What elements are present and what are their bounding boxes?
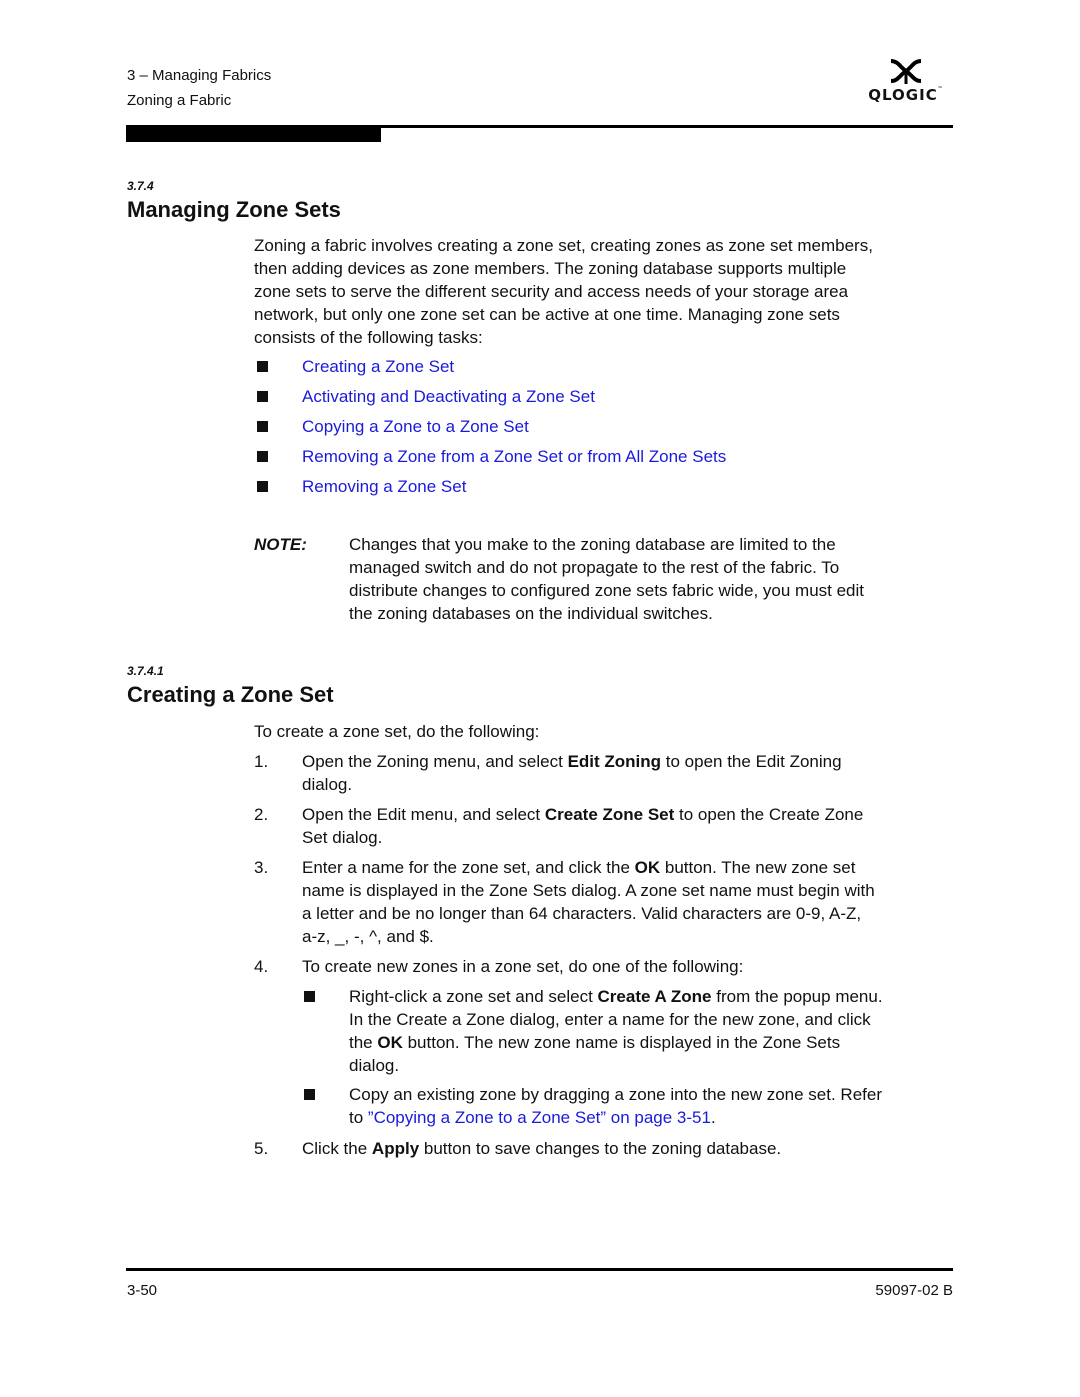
header-section: Zoning a Fabric: [127, 92, 232, 109]
step-5: Click the Apply button to save changes t…: [302, 1139, 782, 1158]
intro-paragraph: Zoning a fabric involves creating a zone…: [254, 236, 873, 347]
subsection-title: Creating a Zone Set: [127, 682, 334, 707]
sub-bullet-2: Copy an existing zone by dragging a zone…: [349, 1085, 883, 1127]
task-link-activating-zone-set[interactable]: Activating and Deactivating a Zone Set: [302, 385, 595, 408]
page-number: 3-50: [127, 1282, 158, 1299]
bullet-icon: [304, 991, 315, 1002]
note-label: NOTE:: [254, 535, 307, 554]
section-title: Managing Zone Sets: [127, 197, 341, 222]
step-3: Enter a name for the zone set, and click…: [302, 858, 875, 946]
bullet-icon: [257, 421, 268, 432]
cross-reference-link[interactable]: ”Copying a Zone to a Zone Set” on page 3…: [368, 1108, 711, 1127]
bullet-icon: [257, 361, 268, 372]
task-link-removing-zone-set[interactable]: Removing a Zone Set: [302, 475, 466, 498]
step-number: 2.: [254, 805, 269, 824]
task-link-copying-zone[interactable]: Copying a Zone to a Zone Set: [302, 415, 529, 438]
step-2: Open the Edit menu, and select Create Zo…: [302, 805, 864, 847]
step-number: 5.: [254, 1139, 269, 1158]
qlogic-logo-icon: [890, 59, 922, 84]
header-chapter: 3 – Managing Fabrics: [127, 67, 272, 84]
step-number: 1.: [254, 752, 269, 771]
footer-rule: [126, 1268, 953, 1271]
note-text: Changes that you make to the zoning data…: [349, 535, 865, 623]
step-number: 4.: [254, 957, 269, 976]
sub-bullet-1: Right-click a zone set and select Create…: [349, 987, 883, 1075]
step-number: 3.: [254, 858, 269, 877]
task-link-creating-zone-set[interactable]: Creating a Zone Set: [302, 355, 454, 378]
task-link-removing-zone[interactable]: Removing a Zone from a Zone Set or from …: [302, 445, 726, 468]
document-number: 59097-02 B: [875, 1282, 953, 1299]
header-rule-block: [126, 125, 381, 142]
section-number: 3.7.4: [127, 179, 154, 193]
step-4: To create new zones in a zone set, do on…: [302, 957, 744, 976]
subsection-number: 3.7.4.1: [127, 664, 164, 678]
steps-intro: To create a zone set, do the following:: [254, 722, 540, 741]
bullet-icon: [304, 1089, 315, 1100]
logo-text: QLOGIC™: [868, 86, 944, 104]
qlogic-logo: QLOGIC™: [858, 58, 954, 118]
bullet-icon: [257, 391, 268, 402]
bullet-icon: [257, 481, 268, 492]
step-1: Open the Zoning menu, and select Edit Zo…: [302, 752, 842, 794]
bullet-icon: [257, 451, 268, 462]
